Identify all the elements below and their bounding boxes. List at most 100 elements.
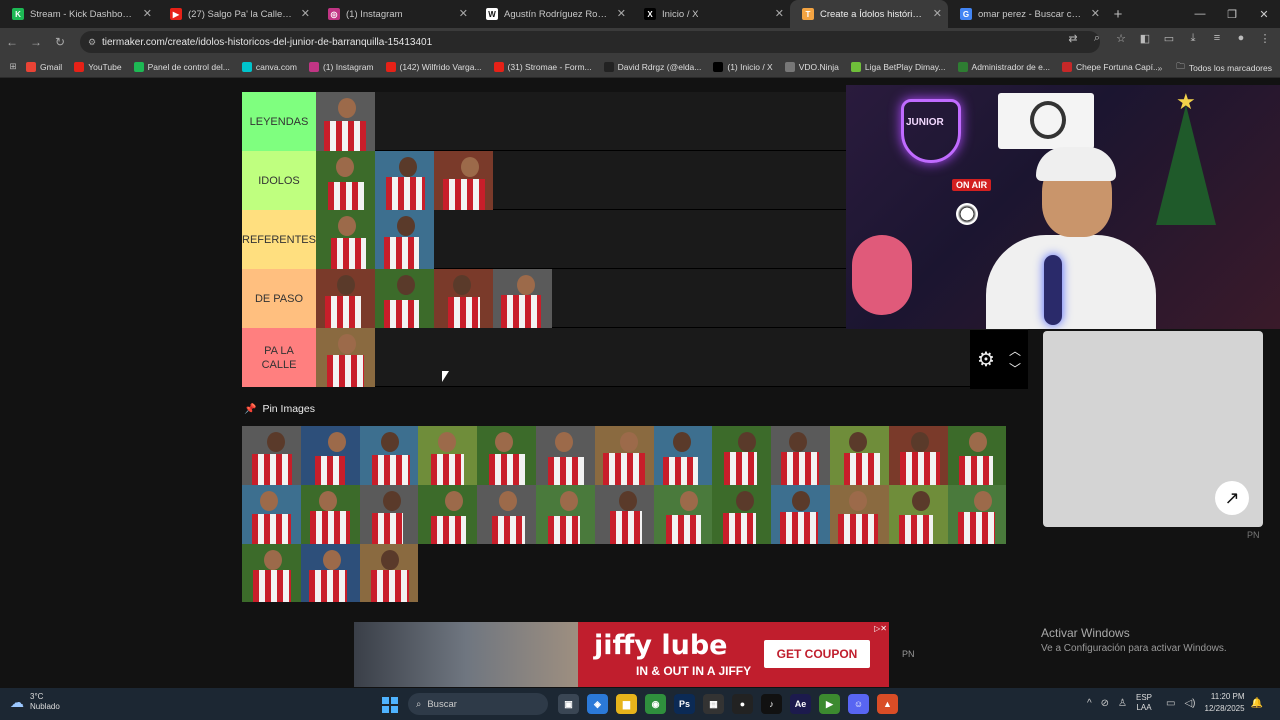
browser-tab[interactable]: X Inicio / X ✕ [632, 0, 790, 28]
pool-player-image[interactable] [300, 426, 360, 485]
pool-player-image[interactable] [947, 484, 1007, 544]
zoom-icon[interactable]: ⌕ [1086, 32, 1108, 45]
tier-label[interactable]: REFERENTES [242, 210, 316, 269]
tier-player-image[interactable] [316, 92, 375, 151]
forward-icon[interactable]: → [24, 35, 48, 49]
tiktok-icon[interactable]: ♪ [761, 694, 782, 714]
browser-tab[interactable]: Gomar perez - Buscar con Googl ✕ [948, 0, 1106, 28]
profile-icon[interactable]: ● [1230, 32, 1252, 45]
bookmark-item[interactable]: Panel de control del... [133, 61, 230, 72]
pool-player-image[interactable] [712, 426, 772, 485]
pool-player-image[interactable] [477, 484, 536, 544]
pool-player-image[interactable] [594, 484, 654, 544]
nvidia-icon[interactable]: ▶ [819, 694, 840, 714]
tier-player-image[interactable] [493, 269, 552, 328]
bookmark-item[interactable]: (1) Inicio / X [713, 61, 773, 72]
chrome-icon[interactable]: ◉ [645, 694, 666, 714]
minimize-icon[interactable]: — [1184, 8, 1216, 20]
pool-player-image[interactable] [242, 543, 301, 603]
pool-player-image[interactable] [242, 426, 301, 485]
browser-tab[interactable]: W Agustín Rodríguez Rosano - Wi ✕ [474, 0, 632, 28]
pool-player-image[interactable] [829, 484, 889, 544]
network-off-icon[interactable]: ⊘ [1101, 698, 1109, 709]
after-effects-icon[interactable]: Ae [790, 694, 811, 714]
bookmark-item[interactable]: VDO.Ninja [784, 61, 839, 72]
language-indicator[interactable]: ESP LAA [1136, 693, 1152, 713]
pool-player-image[interactable] [477, 426, 536, 485]
pool-player-image[interactable] [771, 484, 830, 544]
get-coupon-button[interactable]: GET COUPON [764, 640, 870, 668]
bookmark-item[interactable]: Chepe Fortuna Capí... [1061, 61, 1160, 72]
file-explorer-icon[interactable]: ▆ [616, 694, 637, 714]
tier-player-image[interactable] [434, 269, 493, 328]
pool-player-image[interactable] [653, 484, 713, 544]
microphone-icon[interactable]: ♙ [1118, 698, 1127, 709]
volume-icon[interactable]: ◁) [1184, 698, 1195, 709]
close-tab-icon[interactable]: ✕ [775, 7, 784, 20]
restore-icon[interactable]: ❐ [1216, 8, 1248, 21]
close-tab-icon[interactable]: ✕ [301, 7, 310, 20]
site-info-icon[interactable]: ⚙ [88, 37, 102, 48]
tier-player-image[interactable] [375, 269, 434, 328]
pool-player-image[interactable] [947, 426, 1007, 485]
bookmark-item[interactable]: Administrador de e... [957, 61, 1050, 72]
close-window-icon[interactable]: ✕ [1248, 8, 1280, 21]
pool-player-image[interactable] [712, 484, 772, 544]
extensions-icon[interactable]: ◧ [1134, 32, 1156, 45]
reload-icon[interactable]: ↻ [48, 35, 72, 49]
all-bookmarks[interactable]: » 🗀 Todos los marcadores [1158, 61, 1272, 75]
pool-player-image[interactable] [359, 543, 419, 603]
bookmark-item[interactable]: Liga BetPlay Dimay... [850, 61, 946, 72]
url-input[interactable]: ⚙ tiermaker.com/create/idolos-historicos… [80, 31, 1100, 53]
pool-player-image[interactable] [653, 426, 713, 485]
pool-player-image[interactable] [418, 484, 478, 544]
pool-player-image[interactable] [771, 426, 830, 485]
back-icon[interactable]: ← [0, 35, 24, 49]
download-icon[interactable]: ⤓ [1182, 32, 1204, 45]
pool-player-image[interactable] [829, 426, 889, 485]
tier-player-image[interactable] [375, 210, 434, 269]
weather-widget[interactable]: ☁ 3°C Nublado [10, 692, 60, 712]
pool-player-image[interactable] [359, 426, 419, 485]
bookmark-item[interactable]: (31) Stromae - Form... [493, 61, 592, 72]
tier-player-image[interactable] [375, 151, 434, 210]
menu-icon[interactable]: ⋮ [1254, 32, 1276, 45]
expand-arrow-icon[interactable]: ↗ [1215, 481, 1249, 515]
close-tab-icon[interactable]: ✕ [1091, 7, 1100, 20]
more-bookmarks-icon[interactable]: » [1158, 63, 1163, 73]
monitor-icon[interactable]: ▭ [1166, 698, 1175, 709]
media-icon[interactable]: ≡ [1206, 32, 1228, 45]
pool-player-image[interactable] [300, 543, 360, 603]
chevron-up-tray-icon[interactable]: ^ [1087, 698, 1092, 709]
taskbar-search[interactable]: ⌕ Buscar [408, 693, 548, 715]
chevron-down-icon[interactable]: ﹀ [1009, 360, 1021, 378]
pool-player-image[interactable] [300, 484, 360, 544]
pool-player-image[interactable] [359, 484, 419, 544]
pool-player-image[interactable] [242, 484, 301, 544]
brave-icon[interactable]: ▲ [877, 694, 898, 714]
tier-player-image[interactable] [434, 151, 493, 210]
bottom-ad-banner[interactable]: jiffy lube IN & OUT IN A JIFFY GET COUPO… [354, 622, 889, 687]
bookmark-item[interactable]: Gmail [26, 61, 62, 72]
side-ad[interactable]: ↗ [1043, 331, 1263, 527]
bookmark-item[interactable]: (142) Wilfrido Varga... [385, 61, 482, 72]
task-view-icon[interactable]: ▣ [558, 694, 579, 714]
pool-player-image[interactable] [535, 426, 595, 485]
tier-player-image[interactable] [316, 210, 375, 269]
browser-tab[interactable]: ◎ (1) Instagram ✕ [316, 0, 474, 28]
qr-app-icon[interactable]: ▦ [703, 694, 724, 714]
windows-start-icon[interactable] [382, 697, 398, 713]
translate-icon[interactable]: ⇄ [1062, 32, 1084, 45]
bookmark-item[interactable]: (1) Instagram [308, 61, 374, 72]
apps-grid-icon[interactable]: ⊞ [0, 61, 26, 72]
pool-player-image[interactable] [418, 426, 478, 485]
gear-icon[interactable]: ⚙ [977, 347, 995, 372]
obs-icon[interactable]: ● [732, 694, 753, 714]
discord-icon[interactable]: ☺ [848, 694, 869, 714]
browser-tab[interactable]: ▶ (27) Salgo Pa' la Calle - YouTub ✕ [158, 0, 316, 28]
sidebar-icon[interactable]: ▭ [1158, 32, 1180, 45]
bookmark-star-icon[interactable]: ☆ [1110, 32, 1132, 45]
pin-images-heading[interactable]: 📌 Pin Images [244, 403, 315, 415]
clock[interactable]: 11:20 PM 12/28/2025 [1205, 691, 1245, 715]
tier-label[interactable]: DE PASO [242, 269, 316, 328]
